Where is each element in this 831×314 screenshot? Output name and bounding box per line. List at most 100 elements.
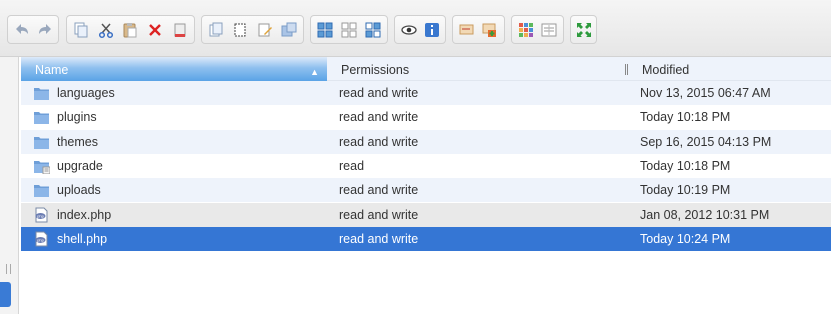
table-header: Name ▲ Permissions Modified	[21, 57, 831, 81]
file-modified: Sep 16, 2015 04:13 PM	[640, 134, 772, 149]
sidebar-resize-handle[interactable]	[6, 264, 11, 274]
toolbar-group-history	[7, 15, 59, 44]
sidebar	[0, 57, 19, 314]
file-permissions: read and write	[339, 110, 419, 125]
back-icon	[15, 23, 28, 34]
file-name: index.php	[57, 207, 112, 222]
php-file-icon: php	[33, 207, 50, 223]
info-button[interactable]	[422, 19, 442, 41]
toolbar-group-display	[511, 15, 564, 44]
new-folder-button[interactable]	[230, 19, 251, 41]
column-header-permissions[interactable]: Permissions	[327, 57, 627, 81]
php-file-icon: php	[33, 231, 50, 247]
icons-view-icon	[317, 22, 333, 37]
list-view-button[interactable]	[539, 19, 560, 41]
select-all-button[interactable]	[339, 19, 360, 41]
file-modified: Today 10:24 PM	[640, 231, 731, 246]
column-header-modified-label: Modified	[642, 63, 690, 77]
new-file-button[interactable]	[254, 19, 275, 41]
rename-button[interactable]	[457, 19, 478, 41]
table-row[interactable]: themes read and write Sep 16, 2015 04:13 P…	[21, 129, 831, 154]
svg-text:php: php	[37, 213, 44, 218]
forward-button[interactable]	[35, 19, 55, 41]
file-modified: Today 10:18 PM	[640, 158, 731, 173]
table-row[interactable]: upgrade read Today 10:18 PM	[21, 153, 831, 178]
preview-button[interactable]	[399, 19, 419, 41]
file-manager: Name ▲ Permissions Modified languages rea…	[0, 0, 831, 314]
duplicate-button[interactable]	[206, 19, 227, 41]
empty-button[interactable]	[169, 19, 191, 41]
file-modified: Nov 13, 2015 06:47 AM	[640, 86, 771, 100]
file-name: plugins	[57, 110, 97, 125]
forward-icon	[38, 23, 51, 34]
file-permissions: read and write	[339, 86, 419, 100]
icons-view-button[interactable]	[315, 19, 336, 41]
folder-icon	[33, 134, 50, 150]
sidebar-tab[interactable]	[0, 282, 11, 307]
file-modified: Jan 08, 2012 10:31 PM	[640, 207, 770, 222]
toolbar-group-info	[394, 15, 446, 44]
paste-button[interactable]	[120, 19, 142, 41]
folder-locked-icon	[33, 158, 50, 174]
back-button[interactable]	[12, 19, 32, 41]
file-permissions: read and write	[339, 134, 419, 149]
file-name: themes	[57, 134, 98, 149]
folder-icon	[33, 85, 50, 101]
grid-view-icon	[518, 22, 533, 37]
file-name: shell.php	[57, 231, 108, 246]
table-row[interactable]: uploads read and write Today 10:19 PM	[21, 178, 831, 203]
select-invert-icon	[365, 22, 381, 37]
cut-icon	[98, 23, 113, 38]
duplicate-icon	[209, 22, 223, 36]
file-list: Name ▲ Permissions Modified languages rea…	[21, 57, 831, 314]
extract-button[interactable]	[278, 19, 299, 41]
file-permissions: read and write	[339, 207, 419, 222]
fullscreen-button[interactable]	[575, 19, 593, 41]
table-row[interactable]: php shell.php read and write Today 10:24 PM	[21, 226, 831, 251]
file-modified: Today 10:19 PM	[640, 183, 731, 198]
toolbar-group-tools	[452, 15, 505, 44]
extract-icon	[281, 22, 297, 36]
column-header-name-label: Name	[35, 63, 69, 77]
column-header-modified[interactable]: Modified	[627, 57, 831, 81]
rename-icon	[459, 24, 474, 34]
column-header-name[interactable]: Name ▲	[21, 57, 327, 81]
preview-icon	[400, 24, 417, 35]
folder-icon	[33, 109, 50, 125]
file-name: languages	[57, 86, 115, 100]
list-view-icon	[541, 23, 557, 36]
toolbar-group-create	[201, 15, 304, 44]
select-all-icon	[341, 22, 357, 37]
file-name: uploads	[57, 183, 101, 198]
empty-icon	[174, 23, 186, 37]
edit-file-button[interactable]	[480, 19, 501, 41]
file-permissions: read and write	[339, 183, 419, 198]
table-row[interactable]: languages read and write Nov 13, 2015 06:4…	[21, 81, 831, 105]
toolbar-group-edit	[66, 15, 195, 44]
toolbar-group-view	[310, 15, 388, 44]
copy-icon	[74, 22, 88, 37]
file-name: upgrade	[57, 158, 103, 173]
grid-view-button[interactable]	[516, 19, 537, 41]
table-row[interactable]: plugins read and write Today 10:18 PM	[21, 105, 831, 130]
column-header-permissions-label: Permissions	[341, 63, 410, 77]
edit-file-icon	[482, 23, 497, 37]
toolbar-group-window	[570, 15, 597, 44]
fullscreen-icon	[576, 22, 591, 37]
cut-button[interactable]	[95, 19, 117, 41]
table-row[interactable]: php index.php read and write Jan 08, 2012 1…	[21, 202, 831, 227]
file-permissions: read	[339, 158, 365, 173]
file-modified: Today 10:18 PM	[640, 110, 731, 125]
paste-icon	[123, 22, 137, 37]
info-icon	[424, 22, 439, 37]
folder-icon	[33, 182, 50, 198]
new-folder-icon	[234, 23, 246, 36]
file-permissions: read and write	[339, 231, 419, 246]
delete-button[interactable]	[144, 19, 166, 41]
select-invert-button[interactable]	[363, 19, 384, 41]
copy-button[interactable]	[71, 19, 93, 41]
new-file-icon	[258, 23, 272, 36]
delete-icon	[149, 23, 161, 36]
toolbar	[0, 0, 831, 57]
svg-text:php: php	[37, 237, 44, 242]
